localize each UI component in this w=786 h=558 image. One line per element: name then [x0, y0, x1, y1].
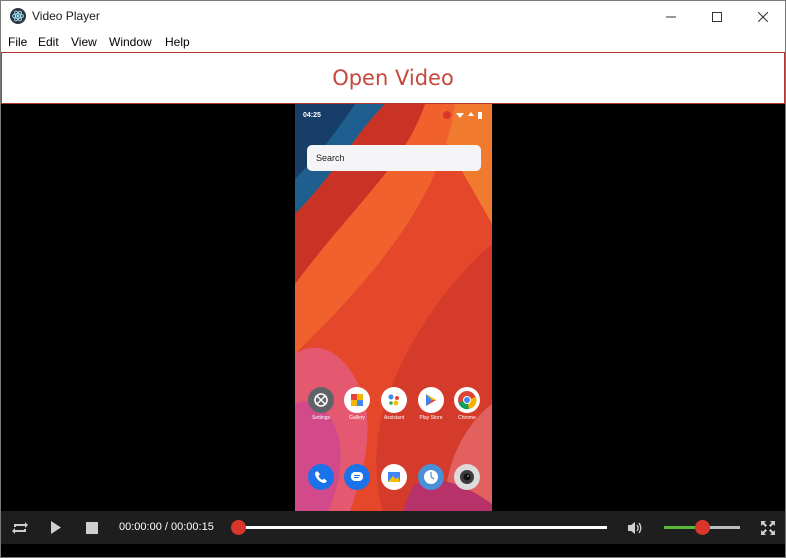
volume-handle[interactable] [695, 520, 710, 535]
settings-icon [308, 387, 334, 413]
mute-button[interactable] [625, 511, 645, 544]
dock-app-messages [343, 464, 371, 490]
minimize-button[interactable] [648, 1, 694, 32]
minimize-icon [666, 16, 676, 17]
fullscreen-button[interactable] [758, 511, 778, 544]
assistant-icon [381, 387, 407, 413]
gallery-icon [344, 387, 370, 413]
dock-app-clock [417, 464, 445, 490]
maximize-icon [712, 11, 722, 22]
time-display: 00:00:00 / 00:00:15 [119, 521, 214, 533]
menu-help[interactable]: Help [165, 35, 190, 49]
home-app-label: Play Store [419, 415, 443, 421]
menu-bar: File Edit View Window Help [1, 32, 785, 52]
open-video-button[interactable]: Open Video [1, 52, 785, 104]
home-app-label: Chrome [458, 415, 476, 421]
dock-app-phone [307, 464, 335, 490]
search-widget: Search [307, 145, 481, 171]
seek-handle[interactable] [231, 520, 246, 535]
status-icons [443, 111, 482, 119]
photos-icon [381, 464, 407, 490]
home-app-play-store: Play Store [417, 387, 445, 421]
menu-view[interactable]: View [71, 35, 97, 49]
electron-atom-icon [10, 8, 26, 24]
fullscreen-icon [761, 520, 775, 535]
play-store-icon [418, 387, 444, 413]
menu-file[interactable]: File [8, 35, 27, 49]
clock-icon [418, 464, 444, 490]
dock-app-photos [380, 464, 408, 490]
home-app-assistant: Assistant [380, 387, 408, 421]
loop-button[interactable] [9, 511, 31, 544]
messages-icon [344, 464, 370, 490]
home-app-label: Assistant [383, 415, 405, 421]
window-title: Video Player [32, 9, 100, 23]
dock-app-camera [453, 464, 481, 490]
home-app-chrome: Chrome [453, 387, 481, 421]
volume-icon [628, 521, 642, 534]
loop-icon [12, 521, 28, 534]
window-bottom-edge [1, 544, 785, 557]
video-display[interactable]: 04:25 Search Settings Gallery Assistant … [1, 104, 785, 511]
play-button[interactable] [46, 511, 66, 544]
open-video-label: Open Video [332, 66, 454, 90]
chrome-icon [454, 387, 480, 413]
menu-edit[interactable]: Edit [38, 35, 59, 49]
menu-window[interactable]: Window [109, 35, 152, 49]
home-app-label: Gallery [349, 415, 365, 421]
home-app-settings: Settings [307, 387, 335, 421]
stop-button[interactable] [82, 511, 102, 544]
video-frame-phone-screen: 04:25 Search Settings Gallery Assistant … [295, 104, 492, 511]
play-icon [51, 521, 61, 534]
video-player-window: Video Player File Edit View Window Help … [0, 0, 786, 558]
close-icon [758, 11, 768, 22]
search-widget-label: Search [316, 153, 345, 163]
home-app-gallery: Gallery [343, 387, 371, 421]
status-time: 04:25 [303, 112, 321, 119]
phone-icon [308, 464, 334, 490]
title-bar[interactable]: Video Player [1, 1, 785, 32]
camera-icon [454, 464, 480, 490]
maximize-button[interactable] [694, 1, 740, 32]
stop-icon [86, 521, 98, 534]
close-button[interactable] [740, 1, 785, 32]
playback-controls: 00:00:00 / 00:00:15 [1, 511, 785, 544]
home-app-label: Settings [311, 415, 331, 421]
seek-bar[interactable] [237, 526, 607, 529]
